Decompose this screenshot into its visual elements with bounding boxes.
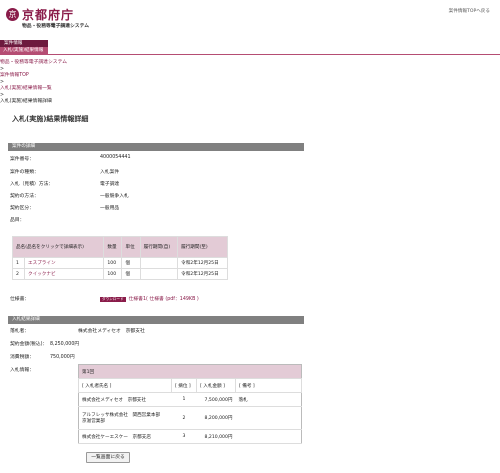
- table-row: 株式会社メディセオ 京都支社 1 7,500,000円 落札: [78, 392, 302, 407]
- item-qty: 100: [103, 257, 123, 269]
- bid-amount: 7,500,000円: [196, 392, 236, 407]
- top-link[interactable]: 案件情報TOPへ戻る: [449, 8, 490, 14]
- field-label: 契約の方法：: [10, 194, 39, 199]
- col-header-amount: [ 入札金額 ]: [196, 378, 236, 393]
- table-row: 株式会社ケーエスケー 京都支店 3 8,210,000円: [78, 429, 302, 444]
- round-row: 第1回: [78, 364, 302, 379]
- field-value: 一般競争入札: [100, 194, 129, 199]
- field-label: 案件の種類：: [10, 170, 39, 175]
- field-value: 4000054441: [100, 155, 131, 160]
- bid-note: 落札: [235, 392, 302, 407]
- field-value: 一般用品: [100, 206, 120, 211]
- field-label: 契約金額(税込)：: [10, 342, 48, 347]
- item-name-link[interactable]: エスプライン: [23, 257, 105, 269]
- item-to: 令和2年12月25日: [177, 268, 228, 280]
- item-unit: 個: [121, 257, 141, 269]
- col-header-bidder: [ 入札者氏名 ]: [78, 378, 172, 393]
- col-header-unit: 単位: [121, 236, 141, 258]
- item-from: [139, 268, 179, 280]
- field-value: 株式会社メディセオ 京都支社: [78, 329, 145, 334]
- back-to-list-button[interactable]: 一覧画面に戻る: [86, 452, 130, 463]
- nav-item-case-info[interactable]: 案件情報: [0, 40, 48, 47]
- row-number: 1: [12, 257, 25, 269]
- field-label: 品目：: [10, 218, 25, 223]
- field-label: 契約区分：: [10, 206, 34, 211]
- col-header-note: [ 備考 ]: [235, 378, 302, 393]
- bid-amount: 8,200,000円: [196, 406, 236, 430]
- item-unit: 個: [121, 268, 141, 280]
- field-label: 落札者：: [10, 329, 30, 334]
- col-header-to: 履行期間(至): [177, 236, 228, 258]
- page-title: 入札(実施)結果情報詳細: [12, 115, 89, 123]
- row-number: 2: [12, 268, 25, 280]
- logo[interactable]: 京 京都府庁: [6, 6, 74, 23]
- bid-note: [235, 406, 302, 430]
- table-row: 2 クイックナビ 100 個 令和2年12月25日: [12, 268, 228, 280]
- header: 京 京都府庁 物品・役務等電子調達システム 案件情報TOPへ戻る: [0, 0, 500, 38]
- col-header-qty: 数量: [103, 236, 123, 258]
- col-header-rank: [ 摘位 ]: [171, 378, 197, 393]
- item-qty: 100: [103, 268, 123, 280]
- bid-rank: 1: [171, 392, 197, 407]
- nav-divider: [0, 54, 500, 55]
- item-to: 令和2年12月25日: [177, 257, 228, 269]
- spec-link[interactable]: 仕様書1( 仕様書 (pdf：149KB ): [129, 297, 199, 302]
- case-section-header: 案件の詳細: [8, 143, 304, 151]
- col-header-from: 履行期間(自): [139, 236, 179, 258]
- field-value: 入札案件: [100, 170, 120, 175]
- field-label: 入札情報：: [10, 368, 34, 373]
- system-subtitle: 物品・役務等電子調達システム: [22, 24, 90, 29]
- bid-rank: 3: [171, 429, 197, 444]
- col-header-name: 品名(品名をクリックで詳細表示): [11, 236, 105, 258]
- spec-download[interactable]: ダウンロード 仕様書1( 仕様書 (pdf：149KB ): [100, 295, 199, 302]
- table-row: アルフレッサ株式会社 関西営業本部 京滋営業部 2 8,200,000円: [78, 406, 302, 430]
- bidder-name: アルフレッサ株式会社 関西営業本部 京滋営業部: [78, 406, 172, 430]
- nav-item-bid-results[interactable]: 入札(実施)結果情報: [0, 47, 48, 54]
- field-value: 8,250,000円: [50, 342, 80, 347]
- bids-table: 第1回 [ 入札者氏名 ] [ 摘位 ] [ 入札金額 ] [ 備考 ] 株式会…: [78, 364, 302, 444]
- table-header-row: 品名(品名をクリックで詳細表示) 数量 単位 履行期間(自) 履行期間(至): [11, 236, 228, 258]
- bid-note: [235, 429, 302, 444]
- breadcrumb-current: 入札(実施)結果情報詳細: [0, 99, 52, 104]
- bidder-name: 株式会社ケーエスケー 京都支店: [78, 429, 172, 444]
- bid-amount: 8,210,000円: [196, 429, 236, 444]
- item-name-link[interactable]: クイックナビ: [23, 268, 105, 280]
- item-from: [139, 257, 179, 269]
- table-header-row: [ 入札者氏名 ] [ 摘位 ] [ 入札金額 ] [ 備考 ]: [78, 378, 302, 393]
- nav-bar: 案件情報 入札(実施)結果情報: [0, 38, 500, 56]
- breadcrumb-home[interactable]: 物品・役務等電子調達システム: [0, 60, 67, 67]
- logo-text: 京都府庁: [22, 8, 75, 22]
- field-label: 案件番号：: [10, 157, 34, 162]
- field-value: 750,000円: [50, 355, 75, 360]
- download-badge-icon: ダウンロード: [100, 297, 126, 302]
- field-label: 消費税額：: [10, 355, 34, 360]
- field-label: 入札（見積）方法：: [10, 182, 54, 187]
- round-label: 第1回: [78, 364, 302, 379]
- items-table: 品名(品名をクリックで詳細表示) 数量 単位 履行期間(自) 履行期間(至) 1…: [11, 236, 228, 280]
- logo-seal-icon: 京: [6, 8, 19, 21]
- bid-rank: 2: [171, 406, 197, 430]
- table-row: 1 エスプライン 100 個 令和2年12月25日: [12, 257, 228, 269]
- breadcrumb: 物品・役務等電子調達システム > 案件情報TOP > 入札(実施)結果情報一覧 …: [0, 60, 67, 106]
- bidder-name: 株式会社メディセオ 京都支社: [78, 392, 172, 407]
- field-value: 電子調達: [100, 182, 120, 187]
- result-section-header: 入札結果詳細: [8, 316, 304, 324]
- field-label: 仕様書：: [10, 297, 30, 302]
